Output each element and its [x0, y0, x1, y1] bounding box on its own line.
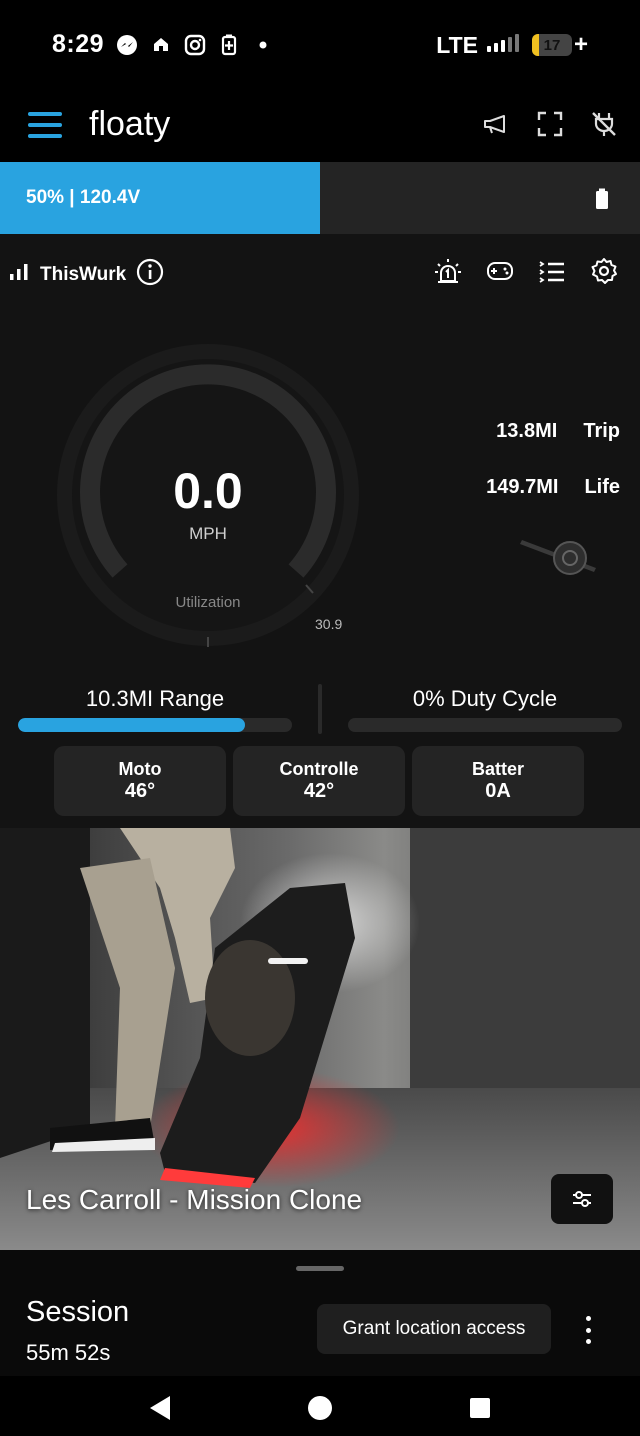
motor-temp-card: Moto 46° [54, 746, 226, 816]
duty-cycle-label: 0% Duty Cycle [412, 686, 558, 711]
battery-status-label: 50% | 120.4V [26, 187, 141, 208]
duty-cycle-bar [348, 718, 622, 732]
signal-icon [10, 264, 30, 285]
onewheel-icon [520, 540, 596, 575]
more-vertical-icon[interactable] [574, 1314, 602, 1346]
life-label: Life [584, 476, 620, 498]
photo-caption: Les Carroll - Mission Clone [26, 1184, 363, 1215]
home-button-icon[interactable] [300, 1388, 340, 1428]
metric-divider [318, 684, 322, 734]
home-icon [150, 34, 172, 56]
recents-icon[interactable] [460, 1388, 500, 1428]
board-photo: Les Carroll - Mission Clone [0, 828, 640, 1250]
trip-label: Trip [583, 420, 620, 442]
battery-saver-icon [218, 34, 240, 56]
battery-current-card: Batter 0A [412, 746, 584, 816]
network-type: LTE [436, 31, 478, 58]
system-nav-bar [0, 1376, 640, 1436]
utilization-label: Utilization [175, 594, 241, 611]
speed-unit: MPH [189, 524, 227, 543]
notification-icons [116, 30, 274, 60]
dot-icon [252, 34, 274, 56]
signal-strength-icon [486, 32, 524, 59]
tune-icon[interactable] [551, 1174, 613, 1224]
fullscreen-icon[interactable] [536, 108, 564, 140]
controller-temp-card: Controlle 42° [233, 746, 405, 816]
trip-stat: 13.8MI Trip [486, 420, 620, 443]
temp-card-value: 46° [124, 780, 156, 802]
messenger-icon [116, 34, 138, 56]
sheet-drag-handle[interactable] [296, 1266, 344, 1271]
battery-indicator: 17 + [531, 31, 588, 59]
info-icon[interactable] [136, 258, 164, 291]
temp-card-value: 0A [485, 780, 511, 802]
trip-value: 13.8MI [496, 420, 558, 442]
alarm-icon[interactable] [434, 256, 462, 286]
speed-value: 0.0 [173, 463, 243, 519]
megaphone-icon[interactable] [482, 108, 510, 140]
board-panel: ThisWurk 0.0 MPH Utilization 30.9 13.8MI… [0, 234, 640, 828]
battery-progress-bar: 50% | 120.4V [0, 162, 640, 234]
app-bar: floaty [0, 90, 640, 162]
status-bar: 8:29 LTE 17 + [0, 0, 640, 90]
temp-card-value: 42° [303, 780, 335, 802]
battery-icon [595, 188, 609, 210]
temp-card-title: Controlle [279, 759, 359, 779]
list-icon[interactable] [538, 256, 566, 286]
range-label: 10.3MI Range [85, 686, 225, 711]
status-right: LTE 17 + [436, 30, 588, 60]
gamepad-icon[interactable] [486, 256, 514, 286]
board-name: ThisWurk [40, 263, 127, 285]
battery-level: 17 [543, 36, 561, 54]
back-icon[interactable] [140, 1388, 180, 1428]
temperature-cards: Moto 46° Controlle 42° Batter 0A [54, 746, 584, 816]
session-title: Session [26, 1296, 130, 1328]
unplugged-icon[interactable] [590, 108, 618, 140]
app-title: floaty [89, 105, 171, 143]
max-speed-label: 30.9 [315, 616, 343, 632]
range-bar [18, 718, 292, 732]
odometer-stats: 13.8MI Trip 149.7MI Life [486, 420, 620, 532]
temp-card-title: Batter [471, 759, 524, 779]
session-sheet: Session 55m 52s Grant location access [0, 1250, 640, 1376]
temp-card-title: Moto [118, 759, 162, 779]
grant-location-button[interactable]: Grant location access [317, 1304, 551, 1354]
charging-symbol: + [573, 31, 588, 58]
status-time: 8:29 [52, 30, 105, 58]
board-header: ThisWurk [10, 258, 164, 291]
life-stat: 149.7MI Life [486, 476, 620, 499]
instagram-icon [184, 34, 206, 56]
settings-icon[interactable] [590, 256, 618, 286]
life-value: 149.7MI [486, 476, 559, 498]
session-duration: 55m 52s [26, 1340, 111, 1365]
menu-icon[interactable] [28, 110, 62, 140]
